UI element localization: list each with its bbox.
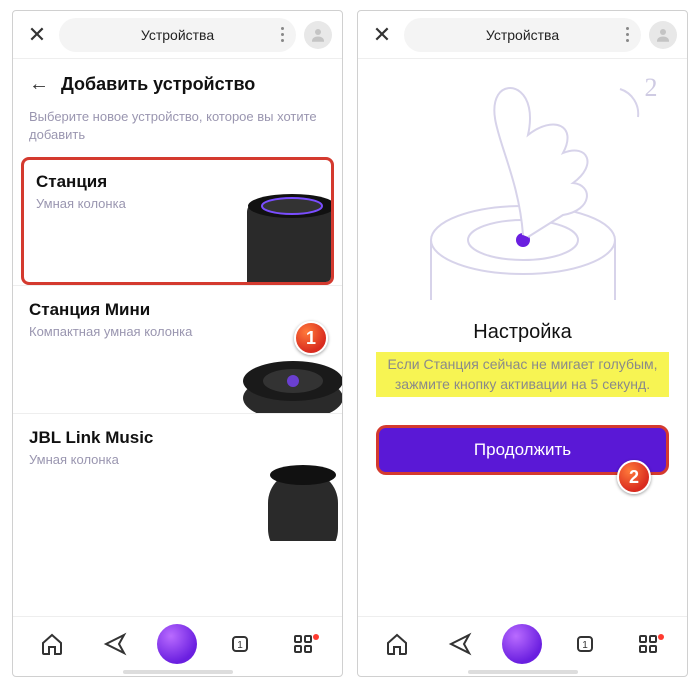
- screen-setup: ✕ Устройства 2 Настройка Если Станция се…: [357, 10, 688, 677]
- speaker-icon: [218, 441, 342, 541]
- setup-title: Настройка: [473, 321, 571, 344]
- callout-badge-2: 2: [617, 460, 651, 494]
- topbar: ✕ Устройства: [358, 11, 687, 59]
- home-icon[interactable]: [377, 632, 417, 656]
- page-title: Устройства: [486, 27, 559, 43]
- step-number: 2: [645, 73, 658, 103]
- apps-icon[interactable]: [628, 632, 668, 656]
- tabs-icon[interactable]: 1: [220, 632, 260, 656]
- apps-icon[interactable]: [283, 632, 323, 656]
- close-icon[interactable]: ✕: [368, 22, 396, 48]
- tabs-icon[interactable]: 1: [565, 632, 605, 656]
- topbar: ✕ Устройства: [13, 11, 342, 59]
- device-list: Станция Умная колонка Станция Мини Компа…: [13, 157, 342, 616]
- page-title-pill[interactable]: Устройства: [404, 18, 641, 52]
- send-icon[interactable]: [440, 632, 480, 656]
- svg-text:1: 1: [582, 640, 588, 651]
- close-icon[interactable]: ✕: [23, 22, 51, 48]
- setup-body: 2 Настройка Если Станция сейчас не мигае…: [358, 59, 687, 616]
- page-title-pill[interactable]: Устройства: [59, 18, 296, 52]
- send-icon[interactable]: [95, 632, 135, 656]
- bottom-nav: 1: [13, 616, 342, 670]
- svg-text:1: 1: [237, 640, 243, 651]
- device-card-station-mini[interactable]: Станция Мини Компактная умная колонка: [13, 285, 342, 413]
- avatar[interactable]: [649, 21, 677, 49]
- home-icon[interactable]: [32, 632, 72, 656]
- callout-badge-1: 1: [294, 321, 328, 355]
- page-title: Устройства: [141, 27, 214, 43]
- screen-add-device: ✕ Устройства ← Добавить устройство Выбер…: [12, 10, 343, 677]
- continue-label: Продолжить: [474, 440, 571, 460]
- back-icon[interactable]: ←: [29, 73, 49, 96]
- subheader-title: Добавить устройство: [61, 74, 255, 95]
- avatar[interactable]: [304, 21, 332, 49]
- hint-text: Выберите новое устройство, которое вы хо…: [13, 104, 342, 157]
- speaker-icon: [207, 182, 334, 285]
- press-illustration: 2: [388, 65, 658, 315]
- home-indicator: [358, 670, 687, 676]
- device-card-jbl[interactable]: JBL Link Music Умная колонка: [13, 413, 342, 541]
- kebab-icon[interactable]: [281, 27, 284, 42]
- alice-orb-icon[interactable]: [502, 624, 542, 664]
- setup-message: Если Станция сейчас не мигает голубым, з…: [376, 352, 669, 397]
- bottom-nav: 1: [358, 616, 687, 670]
- kebab-icon[interactable]: [626, 27, 629, 42]
- home-indicator: [13, 670, 342, 676]
- alice-orb-icon[interactable]: [157, 624, 197, 664]
- subheader: ← Добавить устройство: [13, 59, 342, 104]
- device-card-station[interactable]: Станция Умная колонка: [21, 157, 334, 285]
